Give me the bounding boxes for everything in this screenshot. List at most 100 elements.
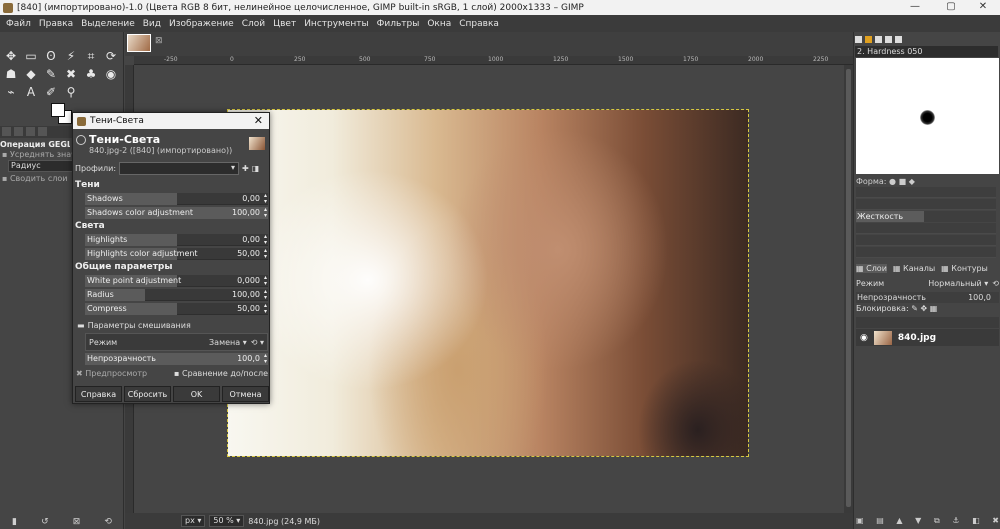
color-picker-tool-icon[interactable]: ✐ (42, 83, 60, 101)
zoom-tool-icon[interactable]: ⚲ (62, 83, 80, 101)
brush-param-slot[interactable] (856, 235, 996, 246)
highlights-slider[interactable]: Highlights 0,00 ▴ ▾ (85, 234, 268, 246)
add-profile-icon[interactable]: ✚ (242, 164, 249, 173)
mask-layer-icon[interactable]: ◧ (972, 516, 980, 528)
brushes-tab-icon[interactable] (855, 35, 862, 43)
brush-param-slot[interactable] (856, 199, 996, 210)
foreground-color-swatch[interactable] (51, 103, 65, 117)
menu-filters[interactable]: Фильтры (373, 19, 424, 29)
menu-select[interactable]: Выделение (77, 19, 139, 29)
shape-diamond-icon[interactable]: ◆ (909, 177, 915, 186)
tab-paths[interactable]: ▦ Контуры (941, 264, 988, 273)
image-tab-thumbnail[interactable] (127, 34, 151, 52)
profiles-select[interactable]: ▾ (119, 161, 240, 175)
menu-layer[interactable]: Слой (238, 19, 269, 29)
brush-param-slot[interactable] (856, 247, 996, 258)
bucket-fill-tool-icon[interactable]: ◆ (22, 65, 40, 83)
delete-layer-icon[interactable]: ✖ (992, 516, 999, 528)
image-canvas[interactable] (227, 109, 749, 457)
collapse-icon[interactable]: ▬ (77, 321, 85, 330)
delete-options-icon[interactable]: ⊠ (73, 517, 81, 527)
paths-tool-icon[interactable]: ⌁ (2, 83, 20, 101)
undo-history-tab-icon[interactable] (26, 127, 35, 136)
menu-file[interactable]: Файл (2, 19, 35, 29)
new-layer-icon[interactable]: ▣ (856, 516, 864, 528)
shadows-slider[interactable]: Shadows 0,00 ▴ ▾ (85, 193, 268, 205)
layer-row[interactable]: ◉ 840.jpg (856, 329, 999, 346)
blend-opacity-slider[interactable]: Непрозрачность 100,0 ▴ ▾ (85, 353, 268, 365)
document-history-tab-icon[interactable] (895, 35, 902, 43)
layer-name[interactable]: 840.jpg (898, 333, 936, 343)
zoom-selector[interactable]: 50 % ▾ (209, 515, 245, 527)
radius-field[interactable]: Радиус (8, 160, 74, 172)
menu-view[interactable]: Вид (139, 19, 165, 29)
move-tool-icon[interactable]: ✥ (2, 47, 20, 65)
tab-layers[interactable]: ▦ Слои (856, 263, 887, 273)
menu-image[interactable]: Изображение (165, 19, 238, 29)
vertical-scrollbar[interactable] (844, 65, 853, 513)
manage-profiles-icon[interactable]: ◨ (252, 164, 260, 173)
reset-options-icon[interactable]: ⟲ (104, 517, 112, 527)
sample-merged-option[interactable]: ▪ Усреднять значен (2, 150, 72, 159)
shape-square-icon[interactable]: ■ (899, 177, 907, 186)
compress-slider[interactable]: Compress 50,00 ▴ ▾ (85, 303, 268, 315)
hardness-slider[interactable]: Жесткость (856, 211, 996, 222)
restore-options-icon[interactable]: ↺ (41, 517, 49, 527)
help-button[interactable]: Справка (75, 386, 122, 402)
warp-tool-icon[interactable]: ☗ (2, 65, 20, 83)
menu-edit[interactable]: Правка (35, 19, 77, 29)
blend-mode-select[interactable]: Замена ▾ (209, 338, 247, 347)
rotate-tool-icon[interactable]: ⟳ (102, 47, 120, 65)
text-tool-icon[interactable]: A (22, 83, 40, 101)
fonts-tab-icon[interactable] (875, 35, 882, 43)
menu-help[interactable]: Справка (455, 19, 503, 29)
scrollbar-thumb[interactable] (846, 69, 851, 507)
duplicate-layer-icon[interactable]: ⧉ (934, 516, 940, 528)
highlights-color-slider[interactable]: Highlights color adjustment 50,00 ▴ ▾ (85, 248, 268, 260)
sample-layers-option[interactable]: ▪ Сводить слои (2, 174, 72, 183)
blending-options-toggle[interactable]: ▬ Параметры смешивания (77, 321, 191, 330)
dialog-close-icon[interactable]: ✕ (254, 114, 263, 127)
device-status-tab-icon[interactable] (14, 127, 23, 136)
close-button[interactable]: ✕ (966, 0, 1000, 15)
patterns-tab-icon[interactable] (865, 35, 872, 43)
lower-layer-icon[interactable]: ▼ (915, 516, 921, 528)
paintbrush-tool-icon[interactable]: ✎ (42, 65, 60, 83)
lasso-tool-icon[interactable]: ʘ (42, 47, 60, 65)
cancel-button[interactable]: Отмена (222, 386, 269, 402)
mode-reset-icon[interactable]: ⟲ (992, 279, 999, 288)
preview-checkbox[interactable]: ✖ Предпросмотр (76, 369, 147, 378)
rect-select-tool-icon[interactable]: ▭ (22, 47, 40, 65)
tab-channels[interactable]: ▦ Каналы (893, 264, 935, 273)
menu-colors[interactable]: Цвет (269, 19, 300, 29)
raise-layer-icon[interactable]: ▲ (896, 516, 902, 528)
menu-windows[interactable]: Окна (423, 19, 455, 29)
brush-param-slot[interactable] (856, 223, 996, 234)
radius-slider[interactable]: Radius 100,00 ▴ ▾ (85, 289, 268, 301)
fuzzy-select-tool-icon[interactable]: ⚡ (62, 47, 80, 65)
shape-circle-icon[interactable]: ● (889, 177, 896, 186)
gradients-tab-icon[interactable] (885, 35, 892, 43)
blend-reset-icon[interactable]: ⟲ ▾ (251, 338, 264, 347)
compare-checkbox[interactable]: ▪ Сравнение до/после (174, 369, 268, 378)
layer-opacity-slider[interactable]: Непрозрачность 100,0 (856, 292, 999, 303)
eraser-tool-icon[interactable]: ✖ (62, 65, 80, 83)
unit-selector[interactable]: px ▾ (181, 515, 206, 527)
save-options-icon[interactable]: ▮ (12, 517, 17, 527)
minimize-button[interactable]: — (898, 0, 932, 15)
tool-options-tab-icon[interactable] (2, 127, 11, 136)
new-group-icon[interactable]: ▤ (876, 516, 884, 528)
brush-param-slot[interactable] (856, 187, 996, 198)
shadows-color-slider[interactable]: Shadows color adjustment 100,00 ▴ ▾ (85, 207, 268, 219)
anchor-layer-icon[interactable]: ⚓ (952, 516, 959, 528)
clone-tool-icon[interactable]: ♣ (82, 65, 100, 83)
menu-tools[interactable]: Инструменты (300, 19, 372, 29)
smudge-tool-icon[interactable]: ◉ (102, 65, 120, 83)
close-image-tab-icon[interactable]: ⊠ (155, 36, 163, 46)
whitepoint-slider[interactable]: White point adjustment 0,000 ▴ ▾ (85, 275, 268, 287)
crop-tool-icon[interactable]: ⌗ (82, 47, 100, 65)
ok-button[interactable]: OK (173, 386, 220, 402)
reset-button[interactable]: Сбросить (124, 386, 171, 402)
layer-visibility-eye-icon[interactable]: ◉ (860, 333, 868, 343)
layer-mode-select[interactable]: Нормальный ▾ (928, 279, 988, 288)
